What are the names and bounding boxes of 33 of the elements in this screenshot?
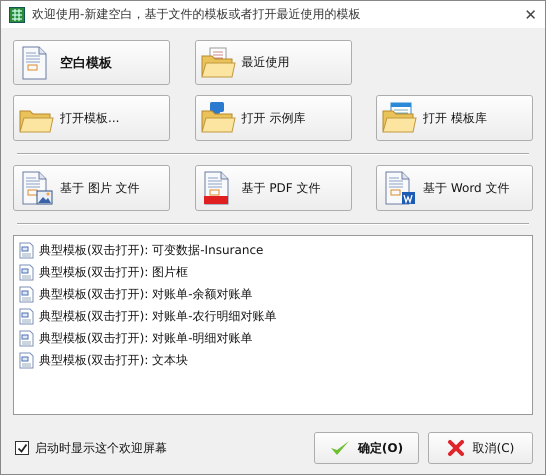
template-list-item[interactable]: 典型模板(双击打开): 对账单-农行明细对账单 (18, 305, 528, 327)
template-file-icon (18, 330, 35, 346)
template-list-item[interactable]: 典型模板(双击打开): 对账单-余额对账单 (18, 283, 528, 305)
template-option-button[interactable]: 基于 图片 文件 (13, 165, 170, 211)
template-option-button[interactable]: 打开 模板库 (376, 95, 533, 141)
app-icon (9, 6, 25, 22)
ok-button[interactable]: 确定(O) (314, 432, 419, 464)
template-option-button[interactable]: 打开模板... (13, 95, 170, 141)
template-list-item[interactable]: 典型模板(双击打开): 文本块 (18, 349, 528, 371)
template-option-button[interactable]: 空白模板 (13, 40, 170, 85)
checkmark-icon (330, 440, 350, 456)
template-file-icon (18, 242, 35, 258)
template-file-icon (18, 264, 35, 280)
cancel-button[interactable]: 取消(C) (428, 432, 533, 464)
template-list-item[interactable]: 典型模板(双击打开): 可变数据-Insurance (18, 239, 528, 261)
folder-icon (200, 101, 236, 135)
check-icon (16, 442, 28, 454)
template-list-item[interactable]: 典型模板(双击打开): 图片框 (18, 261, 528, 283)
window-title: 欢迎使用-新建空白，基于文件的模板或者打开最近使用的模板 (32, 6, 362, 23)
close-icon (446, 439, 465, 457)
template-file-icon (18, 352, 35, 368)
template-file-icon (18, 308, 35, 324)
template-option-button[interactable]: 基于 Word 文件 (376, 165, 533, 211)
close-button[interactable]: ✕ (524, 6, 537, 24)
checkbox[interactable] (15, 441, 29, 455)
template-option-button[interactable]: 基于 PDF 文件 (194, 165, 352, 211)
template-list-item[interactable]: 典型模板(双击打开): 对账单-明细对账单 (18, 327, 528, 349)
template-option-button[interactable]: 打开 示例库 (194, 95, 352, 141)
folder-icon (200, 46, 236, 80)
show-on-startup-checkbox[interactable]: 启动时显示这个欢迎屏幕 (15, 440, 167, 456)
template-file-icon (18, 286, 35, 302)
template-option-button[interactable]: 最近使用 (194, 40, 352, 85)
folder-icon (381, 101, 417, 135)
